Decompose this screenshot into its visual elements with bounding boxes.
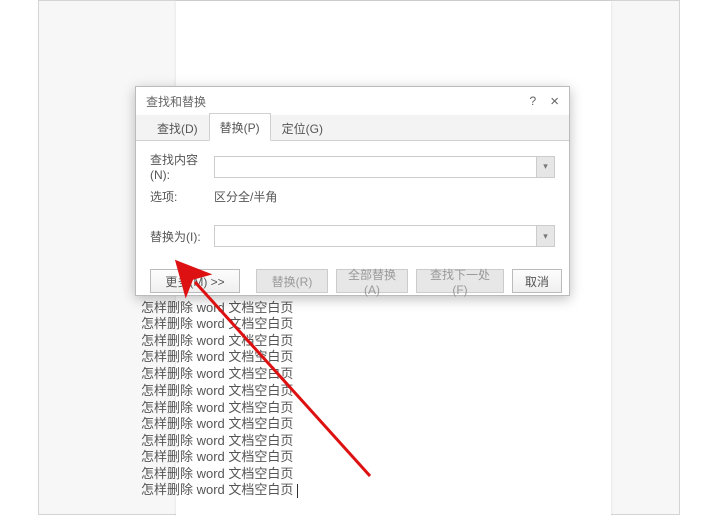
find-content-combo[interactable]: ▾ bbox=[214, 156, 555, 178]
replace-button[interactable]: 替换(R) bbox=[256, 269, 328, 293]
chevron-down-icon[interactable]: ▾ bbox=[536, 157, 554, 177]
find-content-input[interactable] bbox=[215, 157, 536, 177]
doc-text-line: 怎样删除 word 文档空白页 bbox=[141, 433, 293, 449]
dialog-title-bar: 查找和替换 ? × bbox=[136, 87, 569, 115]
tab-goto[interactable]: 定位(G) bbox=[271, 114, 334, 141]
options-label: 选项: bbox=[150, 188, 214, 205]
replace-with-combo[interactable]: ▾ bbox=[214, 225, 555, 247]
doc-text-line: 怎样删除 word 文档空白页 bbox=[141, 482, 298, 498]
close-button[interactable]: × bbox=[550, 93, 559, 110]
doc-text-line: 怎样删除 word 文档空白页 bbox=[141, 449, 293, 465]
tab-find[interactable]: 查找(D) bbox=[146, 114, 209, 141]
text-cursor bbox=[297, 484, 298, 498]
replace-all-button[interactable]: 全部替换(A) bbox=[336, 269, 408, 293]
doc-text-line: 怎样删除 word 文档空白页 bbox=[141, 466, 293, 482]
chevron-down-icon[interactable]: ▾ bbox=[536, 226, 554, 246]
find-label: 查找内容(N): bbox=[150, 151, 214, 182]
doc-text-line: 怎样删除 word 文档空白页 bbox=[141, 366, 293, 382]
doc-text-line: 怎样删除 word 文档空白页 bbox=[141, 383, 293, 399]
doc-text-line: 怎样删除 word 文档空白页 bbox=[141, 400, 293, 416]
dialog-title: 查找和替换 bbox=[146, 93, 206, 110]
replace-with-input[interactable] bbox=[215, 226, 536, 246]
more-button[interactable]: 更多(M) >> bbox=[150, 269, 240, 293]
options-value: 区分全/半角 bbox=[214, 188, 555, 205]
help-button[interactable]: ? bbox=[530, 94, 537, 108]
dialog-button-row: 更多(M) >> 替换(R) 全部替换(A) 查找下一处(F) 取消 bbox=[136, 259, 569, 305]
find-next-button[interactable]: 查找下一处(F) bbox=[416, 269, 504, 293]
replace-label: 替换为(I): bbox=[150, 228, 214, 245]
dialog-tabs: 查找(D) 替换(P) 定位(G) bbox=[136, 115, 569, 141]
cancel-button[interactable]: 取消 bbox=[512, 269, 562, 293]
find-replace-dialog: 查找和替换 ? × 查找(D) 替换(P) 定位(G) 查找内容(N): ▾ 选… bbox=[135, 86, 570, 296]
tab-replace[interactable]: 替换(P) bbox=[209, 113, 271, 141]
doc-text-line: 怎样删除 word 文档空白页 bbox=[141, 333, 293, 349]
dialog-body: 查找内容(N): ▾ 选项: 区分全/半角 替换为(I): ▾ bbox=[136, 141, 569, 259]
doc-text-line: 怎样删除 word 文档空白页 bbox=[141, 416, 293, 432]
doc-text-line: 怎样删除 word 文档空白页 bbox=[141, 316, 293, 332]
doc-text-line: 怎样删除 word 文档空白页 bbox=[141, 349, 293, 365]
